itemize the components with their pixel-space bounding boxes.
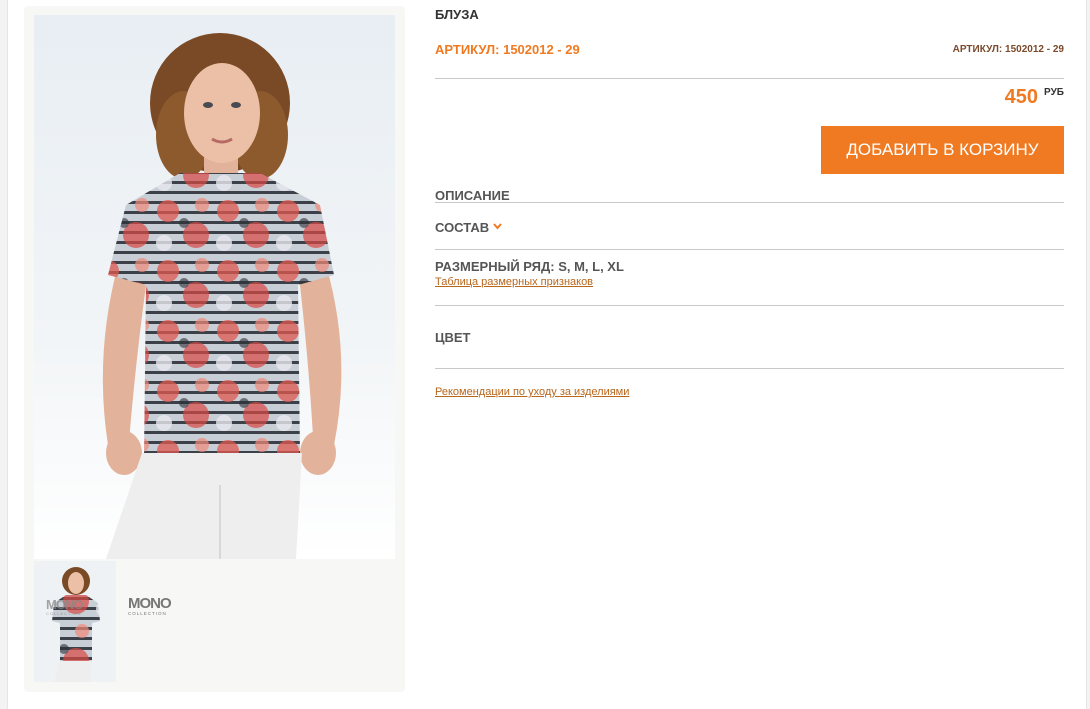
product-sku-secondary: АРТИКУЛ: 1502012 - 29 xyxy=(952,44,1064,55)
page-border-right xyxy=(1086,0,1090,709)
product-title: БЛУЗА xyxy=(435,7,479,22)
product-price: 450 xyxy=(1004,86,1038,108)
care-recommendations-link[interactable]: Рекомендации по уходу за изделиями xyxy=(435,386,629,398)
composition-toggle[interactable]: СОСТАВ xyxy=(435,218,502,235)
product-gallery: MONO COLLECTION MONO COLLECTION xyxy=(24,6,405,692)
divider xyxy=(435,202,1064,203)
divider xyxy=(435,368,1064,369)
description-heading[interactable]: ОПИСАНИЕ xyxy=(435,188,510,203)
size-range: РАЗМЕРНЫЙ РЯД: S, M, L, XL xyxy=(435,259,624,274)
divider xyxy=(435,305,1064,306)
price-currency: РУБ xyxy=(1044,87,1064,98)
divider xyxy=(435,78,1064,79)
brand-logo[interactable]: MONO COLLECTION xyxy=(128,596,190,617)
page-border-left xyxy=(0,0,8,709)
size-table-link[interactable]: Таблица размерных признаков xyxy=(435,276,593,288)
main-product-photo[interactable] xyxy=(34,15,395,559)
color-heading: ЦВЕТ xyxy=(435,330,471,345)
chevron-down-icon xyxy=(493,218,502,230)
add-to-cart-button[interactable]: ДОБАВИТЬ В КОРЗИНУ xyxy=(821,126,1064,174)
thumbnail-image[interactable]: MONO COLLECTION xyxy=(34,561,116,682)
divider xyxy=(435,249,1064,250)
thumbnail-illustration xyxy=(52,567,100,682)
model-photo-illustration xyxy=(102,33,342,559)
product-sku: АРТИКУЛ: 1502012 - 29 xyxy=(435,42,580,57)
thumbnail-brand-watermark: MONO COLLECTION xyxy=(46,597,83,616)
composition-label: СОСТАВ xyxy=(435,220,490,235)
